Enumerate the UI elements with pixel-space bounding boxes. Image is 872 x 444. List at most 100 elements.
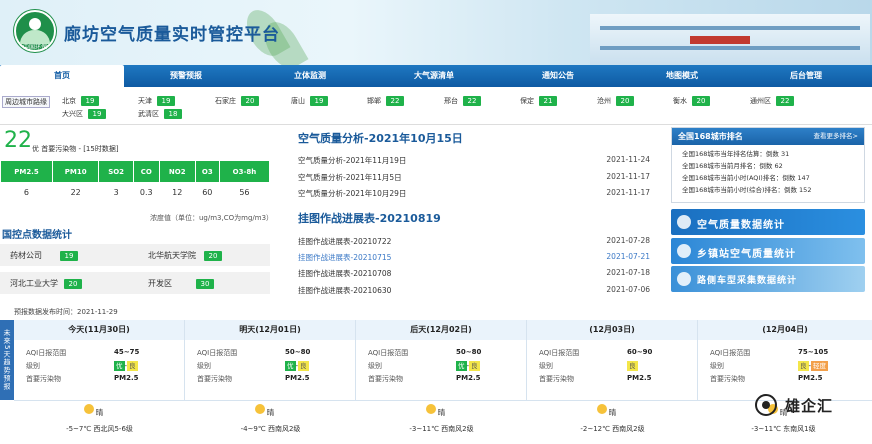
site-stats-title[interactable]: 国控点数据统计	[2, 226, 72, 241]
unit-note: 浓度值（单位：ug/m3,CO为mg/m3）	[150, 214, 274, 222]
pollutant-header: CO	[132, 160, 160, 183]
progress-item[interactable]: 挂图作战进展表-20210715 2021-07-21	[298, 252, 650, 263]
chart-icon	[677, 215, 691, 229]
site-row: 河北工业大学 20 开发区 30	[0, 272, 270, 294]
forecast-pollutant-row: 首要污染物 PM2.5	[539, 374, 652, 383]
forecast-day: 今天(11月30日) AQI日报范围 45~75 级别优 - 良 首要污染物 PM2.5	[14, 320, 185, 400]
main-nav: 首页 预警预报 立体监测 大气源清单 通知公告 地图模式 后台管理	[0, 65, 872, 87]
forecast-pollutant-row: 首要污染物 PM2.5	[368, 374, 481, 383]
pollutant-value: 60	[195, 182, 220, 203]
city-item[interactable]: 大兴区 19	[62, 109, 106, 119]
pollutant-value: 0.3	[133, 182, 160, 203]
ranking-line: 全国168城市当前小时(综合)排名：倒数 152	[682, 186, 812, 194]
city-item[interactable]: 通州区 22	[750, 96, 794, 106]
weather-name: 晴	[437, 408, 446, 417]
forecast-day-title: (12月04日)	[698, 320, 872, 340]
forecast-range-row: AQI日报范围 75~105	[710, 348, 829, 357]
site-title: 廊坊空气质量实时管控平台	[64, 25, 280, 45]
nav-emission-inventory[interactable]: 大气源清单	[372, 65, 496, 87]
weather-name: 晴	[608, 408, 617, 417]
pollutant-value: 56	[219, 182, 270, 203]
pollutant-value: 6	[0, 182, 53, 203]
forecast-range-row: AQI日报范围 45~75	[26, 348, 140, 357]
pollutant-header: PM10	[51, 160, 100, 183]
nav-map-mode[interactable]: 地图模式	[620, 65, 744, 87]
pollutant-value: 12	[159, 182, 196, 203]
progress-item[interactable]: 挂图作战进展表-20210708 2021-07-18	[298, 268, 650, 279]
forecast-range-row: AQI日报范围 50~80	[368, 348, 482, 357]
ranking-more-link[interactable]: 查看更多排名>	[814, 128, 858, 145]
weather-name: 晴	[266, 408, 275, 417]
pollutant-value: 3	[98, 182, 134, 203]
analysis-title[interactable]: 空气质量分析-2021年10月15日	[298, 130, 463, 146]
nav-forecast[interactable]: 预警预报	[124, 65, 248, 87]
chart-icon	[677, 244, 691, 258]
sunny-icon	[255, 404, 265, 414]
nearby-cities-button[interactable]: 周边城市路缘	[2, 96, 50, 108]
weather-day: 晴 -3~11℃ 西南风2级	[356, 401, 527, 444]
site-item[interactable]: 北华航天学院 20	[148, 250, 222, 261]
forecast-pollutant-row: 首要污染物 PM2.5	[197, 374, 310, 383]
forecast-day: 后天(12月02日) AQI日报范围 50~80 级别优 - 良 首要污染物 PM2.5	[356, 320, 527, 400]
pollutant-header: O3	[194, 160, 220, 183]
city-item[interactable]: 衡水 20	[673, 96, 710, 106]
sunny-icon	[84, 404, 94, 414]
banner-air-quality-stats[interactable]: 空气质量数据统计	[671, 209, 865, 235]
weather-row: 晴 -5~7℃ 西北风5-6级 晴 -4~9℃ 西南风2级 晴 -3~11℃ 西…	[14, 400, 872, 443]
pollutant-header: O3-8h	[218, 160, 271, 183]
banner-roadside-vehicle-stats[interactable]: 路侧车型采集数据统计	[671, 266, 865, 292]
city-item[interactable]: 武清区 18	[138, 109, 182, 119]
city-item[interactable]: 邯郸 22	[367, 96, 404, 106]
analysis-item[interactable]: 空气质量分析-2021年10月29日 2021-11-17	[298, 188, 650, 199]
city-item[interactable]: 沧州 20	[597, 96, 634, 106]
pollutant-table: PM2.5 PM10 SO2 CO NO2 O3 O3-8h 6 22 3 0.…	[0, 160, 271, 203]
site-item[interactable]: 开发区 30	[148, 278, 214, 289]
sunny-icon	[426, 404, 436, 414]
nav-home[interactable]: 首页	[0, 65, 124, 87]
forecast-day-title: 明天(12月01日)	[185, 320, 355, 340]
forecast-pollutant-row: 首要污染物 PM2.5	[26, 374, 139, 383]
forecast-pollutant-row: 首要污染物 PM2.5	[710, 374, 823, 383]
site-item[interactable]: 河北工业大学 20	[10, 278, 82, 289]
analysis-item[interactable]: 空气质量分析-2021年11月5日 2021-11-17	[298, 172, 650, 183]
weather-day: 晴 -4~9℃ 西南风2级	[185, 401, 356, 444]
current-aqi-value: 22	[4, 128, 32, 153]
nav-notices[interactable]: 通知公告	[496, 65, 620, 87]
city-item[interactable]: 北京 19	[62, 96, 99, 106]
city-item[interactable]: 石家庄 20	[215, 96, 259, 106]
progress-item[interactable]: 挂图作战进展表-20210630 2021-07-06	[298, 285, 650, 296]
ranking-header: 全国168城市排名 查看更多排名>	[672, 128, 864, 145]
car-icon	[677, 272, 691, 286]
analysis-item[interactable]: 空气质量分析-2021年11月19日 2021-11-24	[298, 155, 650, 166]
forecast-day-title: 今天(11月30日)	[14, 320, 184, 340]
city-item[interactable]: 唐山 19	[291, 96, 328, 106]
forecast-release-time: 预报数据发布时间：2021-11-29	[14, 308, 118, 316]
forecast-level-row: 级别优 - 良	[26, 361, 138, 371]
wechat-icon	[755, 394, 777, 416]
progress-item[interactable]: 挂图作战进展表-20210722 2021-07-28	[298, 236, 650, 247]
nav-admin[interactable]: 后台管理	[744, 65, 868, 87]
banner-township-stats[interactable]: 乡镇站空气质量统计	[671, 238, 865, 264]
city-item[interactable]: 天津 19	[138, 96, 175, 106]
forecast-day: 明天(12月01日) AQI日报范围 50~80 级别优 - 良 首要污染物 PM2.5	[185, 320, 356, 400]
weather-day: 晴 -2~12℃ 西南风2级	[527, 401, 698, 444]
nav-monitoring[interactable]: 立体监测	[248, 65, 372, 87]
logo-icon: 中国环保	[14, 10, 56, 52]
city-item[interactable]: 保定 21	[520, 96, 557, 106]
ranking-line: 全国168城市当年排名估算：倒数 31	[682, 150, 790, 158]
pollutant-header: SO2	[98, 160, 134, 183]
forecast-day-title: 后天(12月02日)	[356, 320, 526, 340]
progress-title[interactable]: 挂图作战进展表-20210819	[298, 210, 441, 226]
weather-temp-wind: -3~11℃ 西南风2级	[409, 425, 474, 433]
weather-temp-wind: -4~9℃ 西南风2级	[240, 425, 301, 433]
forecast-range-row: AQI日报范围 60~90	[539, 348, 653, 357]
building-photo	[600, 46, 860, 50]
city-item[interactable]: 邢台 22	[444, 96, 481, 106]
site-item[interactable]: 药材公司 19	[10, 250, 78, 261]
forecast-panel: 未来5天趋势预报 今天(11月30日) AQI日报范围 45~75 级别优 - 良 首…	[0, 320, 872, 443]
forecast-side-label: 未来5天趋势预报	[0, 320, 14, 400]
forecast-range-row: AQI日报范围 50~80	[197, 348, 311, 357]
weather-temp-wind: -2~12℃ 西南风2级	[580, 425, 645, 433]
forecast-level-row: 级别优 - 良	[197, 361, 309, 371]
weather-day: 晴 -5~7℃ 西北风5-6级	[14, 401, 185, 444]
